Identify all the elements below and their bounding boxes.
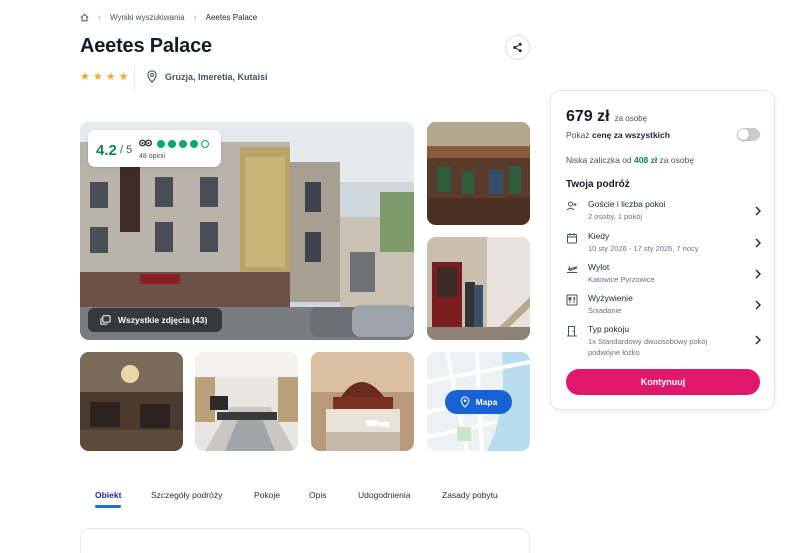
guests-row[interactable]: Goście i liczba pokoi 2 osoby, 1 pokój: [566, 199, 762, 221]
chevron-right-icon: [755, 300, 761, 310]
meal-icon: [566, 294, 578, 306]
booking-card: 679 zł za osobę Pokaż cenę za wszystkich…: [550, 90, 775, 410]
price-block: 679 zł za osobę: [566, 108, 647, 126]
rating-bubble-empty: [201, 140, 209, 148]
review-count[interactable]: 48 opinii: [139, 153, 165, 160]
content-card: [80, 528, 530, 553]
tripadvisor-owl-icon: [139, 139, 152, 149]
flight-value: Katowice Pyrzowice: [588, 275, 655, 284]
rating-bubble-filled: [157, 140, 165, 148]
star-icon: ★: [105, 71, 116, 83]
chevron-right-icon: [755, 238, 761, 248]
conference-room-photo[interactable]: [195, 352, 298, 451]
price-per: za osobę: [614, 114, 648, 123]
tab-zasady-pobytu[interactable]: Zasady pobytu: [442, 490, 498, 500]
toggle-knob: [738, 129, 749, 140]
trip-section-title: Twoja podróż: [566, 179, 630, 190]
room-type-row[interactable]: Typ pokoju 1x Standardowy dwuosobowy pok…: [566, 324, 762, 358]
dates-value: 10 sty 2026 - 17 sty 2026, 7 nocy: [588, 244, 699, 253]
tab-szczegoly-podrozy[interactable]: Szczegóły podróży: [151, 490, 222, 500]
lobby-stairs-photo[interactable]: [427, 237, 530, 340]
breadcrumb-item-current: Aeetes Palace: [205, 12, 258, 22]
room-type-label: Typ pokoju: [588, 324, 630, 334]
breadcrumb: › Wyniki wyszukiwania › Aeetes Palace: [80, 11, 257, 23]
flight-label: Wylot: [588, 262, 610, 272]
room-type-value: 1x Standardowy dwuosobowy pokój podwójne…: [588, 337, 708, 357]
all-photos-label: Wszystkie zdjęcia (43): [118, 315, 208, 325]
hotel-location[interactable]: Gruzja, Imeretia, Kutaisi: [146, 70, 268, 83]
tab-opis[interactable]: Opis: [309, 490, 326, 500]
price-amount: 679 zł: [566, 108, 610, 125]
calendar-icon: [567, 233, 577, 244]
board-row[interactable]: Wyżywienie Śniadanie: [566, 293, 762, 315]
map-button[interactable]: Mapa: [445, 390, 512, 414]
continue-button[interactable]: Kontynuuj: [566, 369, 760, 395]
share-icon: [513, 42, 522, 53]
restaurant-terrace-photo[interactable]: [427, 122, 530, 225]
share-button[interactable]: [505, 35, 530, 60]
tab-udogodnienia[interactable]: Udogodnienia: [358, 490, 410, 500]
home-icon[interactable]: [80, 13, 89, 22]
board-label: Wyżywienie: [588, 293, 633, 303]
active-tab-indicator: [95, 505, 121, 508]
chevron-right-icon: [755, 206, 761, 216]
dates-label: Kiedy: [588, 231, 610, 241]
lounge-photo[interactable]: [80, 352, 183, 451]
total-price-toggle[interactable]: [737, 128, 760, 141]
rating-bubble-filled: [168, 140, 176, 148]
breadcrumb-separator: ›: [193, 12, 197, 22]
all-photos-button[interactable]: Wszystkie zdjęcia (43): [88, 308, 222, 332]
flight-row[interactable]: Wylot Katowice Pyrzowice: [566, 262, 762, 284]
rating-bubbles: [157, 140, 209, 148]
chevron-right-icon: [755, 269, 761, 279]
gallery-icon: [100, 315, 111, 325]
breadcrumb-item-results[interactable]: Wyniki wyszukiwania: [110, 13, 185, 22]
rating-bubble-filled: [179, 140, 187, 148]
star-icon: ★: [118, 71, 129, 83]
dates-row[interactable]: Kiedy 10 sty 2026 - 17 sty 2026, 7 nocy: [566, 231, 762, 253]
divider: [134, 65, 135, 90]
door-icon: [567, 326, 577, 337]
tab-obiekt[interactable]: Obiekt: [95, 490, 121, 500]
rating-bubble-filled: [190, 140, 198, 148]
plane-icon: [567, 265, 578, 273]
bedroom-photo[interactable]: [311, 352, 414, 451]
guests-label: Goście i liczba pokoi: [588, 199, 666, 209]
guests-icon: [566, 201, 577, 211]
tab-pokoje[interactable]: Pokoje: [254, 490, 280, 500]
total-price-toggle-label: Pokaż cenę za wszystkich: [566, 130, 670, 140]
breadcrumb-separator: ›: [98, 12, 101, 22]
rating-out-of: / 5: [120, 144, 133, 156]
guests-value: 2 osoby, 1 pokój: [588, 212, 643, 221]
hotel-stars: ★ ★ ★ ★: [80, 71, 129, 83]
section-tabs: Obiekt Szczegóły podróży Pokoje Opis Udo…: [80, 485, 530, 509]
star-icon: ★: [92, 71, 103, 83]
rating-score: 4.2: [96, 142, 117, 159]
chevron-right-icon: [755, 335, 761, 345]
location-text: Gruzja, Imeretia, Kutaisi: [165, 71, 268, 82]
rating-badge[interactable]: 4.2 / 5 48 opinii: [88, 130, 221, 167]
location-pin-icon: [460, 396, 469, 408]
star-icon: ★: [80, 71, 90, 83]
deposit-info: Niska zaliczka od 408 zł za osobę: [566, 155, 695, 165]
page-title: Aeetes Palace: [80, 35, 212, 57]
location-pin-icon: [147, 70, 157, 83]
map-label: Mapa: [475, 397, 498, 407]
board-value: Śniadanie: [588, 306, 622, 315]
